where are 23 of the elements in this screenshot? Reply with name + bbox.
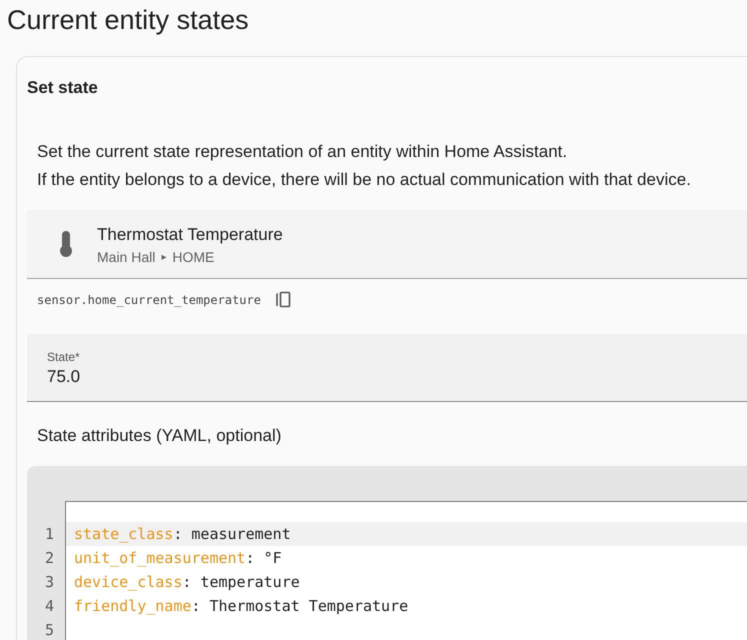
line-number: 5 — [44, 621, 54, 639]
copy-icon[interactable] — [274, 291, 293, 309]
line-number: 3 — [44, 573, 54, 591]
line-number: 4 — [44, 597, 54, 615]
entity-name: Thermostat Temperature — [97, 224, 283, 246]
device-name: HOME — [172, 248, 214, 264]
code-line: unit_of_measurement: °F — [73, 549, 282, 567]
description-text: If the entity belongs to a device, there will be no actual communication with that device. — [37, 169, 691, 191]
page-title: Current entity states — [7, 4, 249, 37]
code-line: state_class: measurement — [73, 525, 291, 543]
line-number: 2 — [44, 549, 54, 567]
card-title: Set state — [27, 77, 98, 98]
thermometer-icon — [59, 231, 73, 257]
code-line: friendly_name: Thermostat Temperature — [73, 597, 408, 615]
area-name: Main Hall — [97, 248, 156, 264]
code-line: device_class: temperature — [73, 573, 300, 591]
description-text: Set the current state representation of an entity within Home Assistant. — [37, 141, 568, 163]
line-number: 1 — [44, 525, 54, 543]
entity-row[interactable]: Thermostat Temperature Main Hall ▸ HOME — [27, 210, 747, 279]
entity-id: sensor.home_current_temperature — [37, 293, 261, 307]
state-field[interactable]: State* 75.0 — [27, 334, 747, 402]
breadcrumb-separator: ▸ — [161, 250, 166, 262]
attributes-label: State attributes (YAML, optional) — [36, 425, 282, 446]
